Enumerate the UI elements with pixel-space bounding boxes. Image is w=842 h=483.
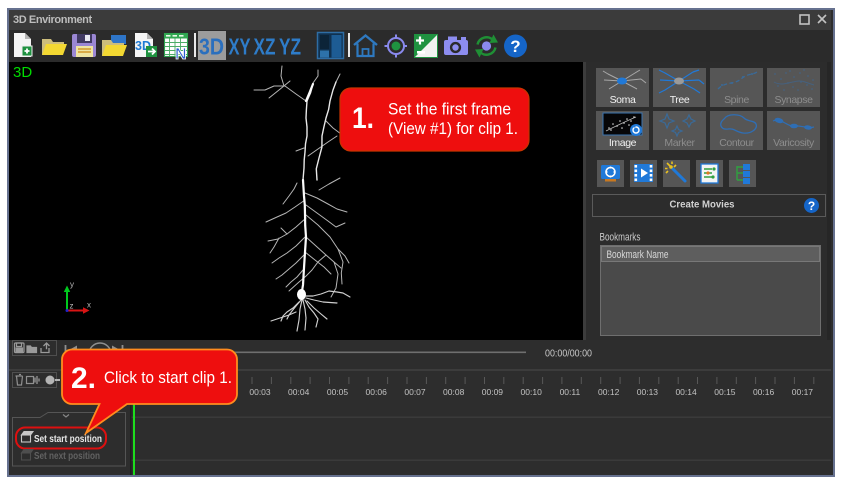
svg-text:Set the first frame: Set the first frame — [388, 101, 511, 119]
svg-text:y: y — [70, 280, 74, 289]
svg-text:?: ? — [808, 199, 815, 213]
svg-text:00:05: 00:05 — [327, 387, 349, 397]
svg-text:3D: 3D — [199, 34, 224, 60]
svg-text:00:13: 00:13 — [637, 387, 659, 397]
svg-text:Set start position: Set start position — [34, 433, 102, 445]
svg-text:x: x — [87, 301, 91, 310]
svg-text:00:17: 00:17 — [792, 387, 814, 397]
svg-text:00:12: 00:12 — [598, 387, 620, 397]
svg-text:Set next position: Set next position — [34, 450, 100, 462]
svg-text:N: N — [175, 46, 187, 62]
svg-text:?: ? — [510, 37, 520, 56]
svg-text:XZ: XZ — [254, 34, 276, 60]
svg-text:00:03: 00:03 — [249, 387, 271, 397]
svg-text:z: z — [70, 302, 74, 311]
svg-text:00:06: 00:06 — [366, 387, 388, 397]
svg-text:00:09: 00:09 — [482, 387, 504, 397]
svg-text:00:11: 00:11 — [560, 387, 581, 397]
svg-text:Bookmarks: Bookmarks — [600, 232, 641, 244]
svg-text:Bookmark Name: Bookmark Name — [607, 249, 669, 261]
svg-text:XY: XY — [229, 34, 251, 60]
svg-text:00:10: 00:10 — [521, 387, 543, 397]
svg-text:00:16: 00:16 — [753, 387, 775, 397]
svg-text:00:14: 00:14 — [675, 387, 697, 397]
svg-text:YZ: YZ — [279, 34, 301, 60]
svg-text:00:15: 00:15 — [714, 387, 736, 397]
svg-text:00:08: 00:08 — [443, 387, 465, 397]
svg-text:1.: 1. — [352, 102, 374, 135]
svg-text:00:04: 00:04 — [288, 387, 310, 397]
svg-text:00:07: 00:07 — [404, 387, 426, 397]
svg-text:(View #1) for clip 1.: (View #1) for clip 1. — [388, 120, 518, 138]
svg-text:Create Movies: Create Movies — [670, 199, 735, 211]
svg-text:00:00/00:00: 00:00/00:00 — [545, 348, 592, 360]
